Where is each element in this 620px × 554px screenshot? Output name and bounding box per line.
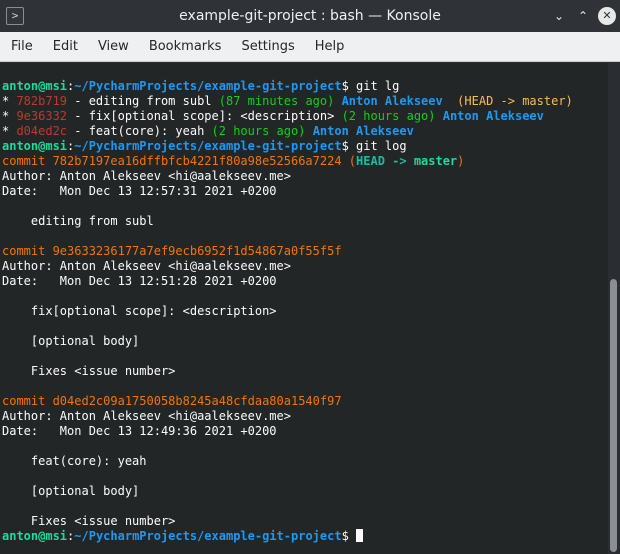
title-bar: > example-git-project : bash — Konsole ⌄… (0, 0, 620, 32)
lg-bullet: * (2, 94, 17, 108)
ref-branch: master (413, 154, 458, 168)
log-date: Date: Mon Dec 13 12:51:28 2021 +0200 (2, 274, 277, 288)
log-body-line: [optional body] (2, 334, 140, 348)
prompt-user-host: anton@msi (2, 79, 68, 93)
ref-close: ) (457, 154, 465, 168)
prompt-symbol: $ (341, 529, 349, 543)
log-body-line: [optional body] (2, 484, 140, 498)
terminal-scrollbar[interactable] (608, 63, 620, 554)
menu-edit[interactable]: Edit (43, 32, 88, 62)
log-author: Author: Anton Alekseev <hi@aalekseev.me> (2, 259, 291, 273)
menu-settings[interactable]: Settings (231, 32, 304, 62)
menu-bookmarks[interactable]: Bookmarks (139, 32, 232, 62)
minimize-icon[interactable]: ⌄ (551, 8, 567, 24)
lg-age: (87 minutes ago) (218, 94, 335, 108)
close-icon[interactable]: ✕ (598, 7, 616, 25)
log-author: Author: Anton Alekseev <hi@aalekseev.me> (2, 409, 291, 423)
menu-bar: File Edit View Bookmarks Settings Help (0, 32, 620, 62)
lg-message: - fix[optional scope]: <description> (67, 109, 342, 123)
window-title: example-git-project : bash — Konsole (179, 8, 441, 24)
lg-message: - feat(core): yeah (67, 124, 212, 138)
terminal-output[interactable]: anton@msi:~/PycharmProjects/example-git-… (0, 63, 608, 554)
log-body-line: editing from subl (2, 214, 154, 228)
text-cursor (356, 529, 364, 542)
log-body-line: feat(core): yeah (2, 454, 147, 468)
log-date: Date: Mon Dec 13 12:57:31 2021 +0200 (2, 184, 277, 198)
lg-entry: * 782b719 - editing from subl (87 minute… (0, 94, 608, 109)
lg-entry: * 9e36332 - fix[optional scope]: <descri… (0, 109, 608, 124)
lg-bullet: * (2, 124, 17, 138)
log-body-line: Fixes <issue number> (2, 514, 176, 528)
lg-author: Anton Alekseev (442, 109, 544, 123)
lg-hash: 782b719 (16, 94, 68, 108)
prompt-line: anton@msi:~/PycharmProjects/example-git-… (0, 139, 608, 154)
lg-message: - editing from subl (67, 94, 219, 108)
lg-hash: 9e36332 (16, 109, 68, 123)
lg-refs: (HEAD -> master) (442, 94, 573, 108)
prompt-symbol: $ (341, 139, 349, 153)
prompt-symbol: $ (341, 79, 349, 93)
lg-hash: d04ed2c (16, 124, 68, 138)
maximize-icon[interactable]: ⌃ (575, 8, 591, 24)
menu-help[interactable]: Help (305, 32, 355, 62)
prompt-user-host: anton@msi (2, 139, 68, 153)
lg-entry: * d04ed2c - feat(core): yeah (2 hours ag… (0, 124, 608, 139)
scrollbar-thumb[interactable] (610, 279, 617, 552)
prompt-user-host: anton@msi (2, 529, 68, 543)
menu-file[interactable]: File (1, 32, 43, 62)
commit-hash: commit 782b7197ea16dffbfcb4221f80a98e525… (2, 154, 342, 168)
log-body-line: fix[optional scope]: <description> (2, 304, 277, 318)
lg-age: (2 hours ago) (341, 109, 436, 123)
log-date: Date: Mon Dec 13 12:49:36 2021 +0200 (2, 424, 277, 438)
prompt-line: anton@msi:~/PycharmProjects/example-git-… (0, 79, 608, 94)
log-author: Author: Anton Alekseev <hi@aalekseev.me> (2, 169, 291, 183)
log-commit-line: commit 782b7197ea16dffbfcb4221f80a98e525… (0, 154, 608, 169)
lg-bullet: * (2, 109, 17, 123)
prompt-path: ~/PycharmProjects/example-git-project (74, 139, 342, 153)
prompt-line: anton@msi:~/PycharmProjects/example-git-… (0, 529, 608, 544)
command-text: git log (348, 139, 407, 153)
menu-view[interactable]: View (88, 32, 139, 62)
log-commit-line: commit d04ed2c09a1750058b8245a48cfdaa80a… (2, 394, 342, 408)
lg-author: Anton Alekseev (312, 124, 414, 138)
log-commit-line: commit 9e3633236177a7ef9ecb6952f1d54867a… (2, 244, 342, 258)
lg-age: (2 hours ago) (211, 124, 306, 138)
lg-author: Anton Alekseev (341, 94, 443, 108)
prompt-path: ~/PycharmProjects/example-git-project (74, 79, 342, 93)
ref-head: HEAD -> (356, 154, 414, 168)
log-body-line: Fixes <issue number> (2, 364, 176, 378)
prompt-path: ~/PycharmProjects/example-git-project (74, 529, 342, 543)
ref-open: ( (341, 154, 357, 168)
command-text: git lg (348, 79, 400, 93)
